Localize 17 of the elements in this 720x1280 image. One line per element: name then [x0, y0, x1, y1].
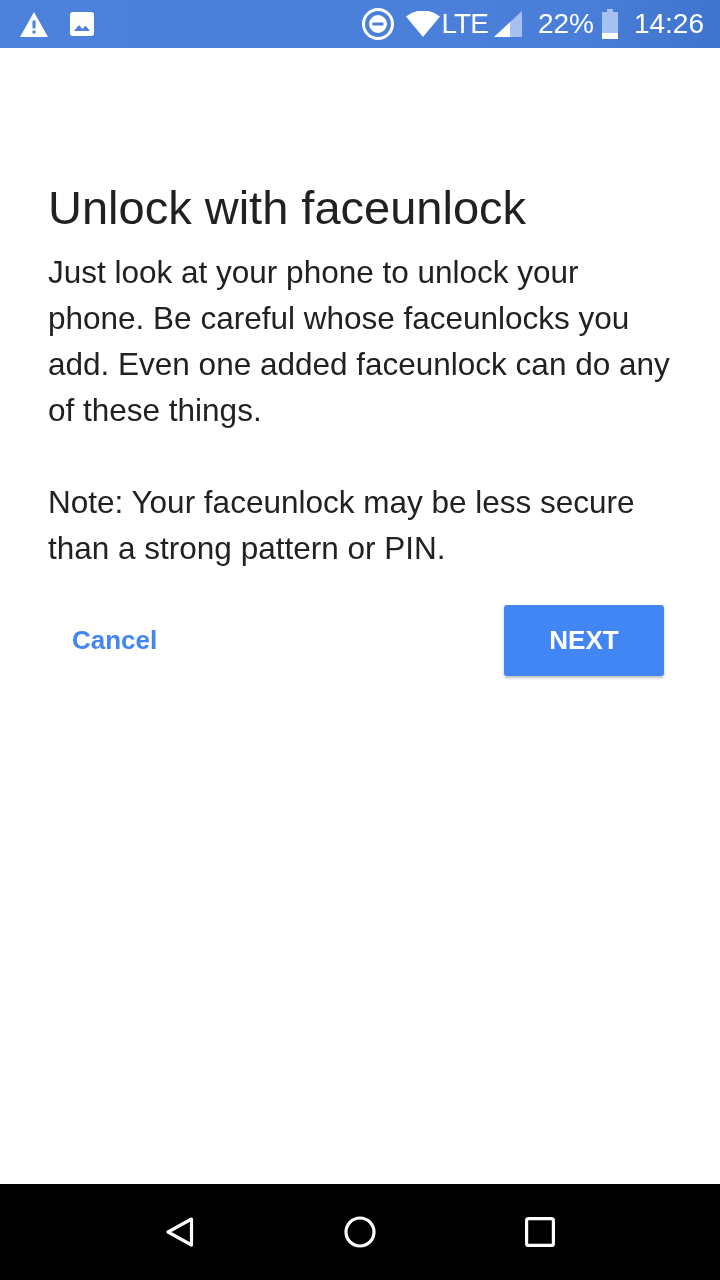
minus-circle-icon	[361, 8, 394, 40]
home-icon[interactable]	[344, 1216, 376, 1248]
battery-percent: 22%	[537, 8, 594, 40]
next-button[interactable]: NEXT	[504, 605, 664, 676]
body-text: Note: Your faceunlock may be less secure than a strong pattern or PIN.	[48, 483, 636, 568]
battery-icon	[601, 9, 618, 39]
body-text: Just look at your phone to unlock your phone. Be careful whose faceunlocks you add. Even one added faceunlock can do any of these things.	[48, 253, 671, 430]
clock-time: 14:26	[633, 8, 704, 40]
wifi-icon	[405, 11, 440, 37]
network-type-label: LTE	[441, 8, 488, 40]
recents-icon[interactable]	[525, 1217, 555, 1247]
dialog-title: Unlock with faceunlock	[48, 180, 528, 236]
image-icon	[70, 12, 94, 36]
warning-icon	[20, 11, 48, 37]
signal-icon	[493, 11, 522, 37]
back-icon[interactable]	[165, 1216, 195, 1248]
cancel-button[interactable]: Cancel	[48, 605, 182, 676]
